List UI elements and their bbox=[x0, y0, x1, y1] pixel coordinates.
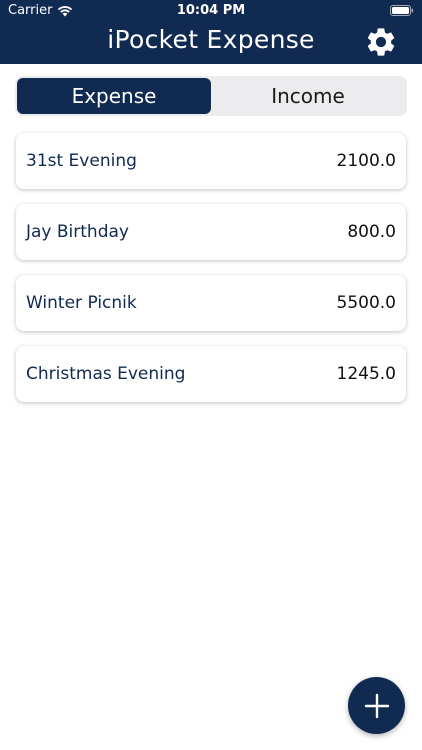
tab-expense[interactable]: Expense bbox=[17, 78, 211, 114]
list-item[interactable]: Jay Birthday 800.0 bbox=[16, 204, 406, 260]
list-item[interactable]: Winter Picnik 5500.0 bbox=[16, 275, 406, 331]
title-row: iPocket Expense bbox=[0, 22, 422, 64]
expense-income-toggle: Expense Income bbox=[15, 76, 407, 116]
entry-amount: 2100.0 bbox=[336, 151, 396, 171]
entry-name: Christmas Evening bbox=[26, 364, 186, 384]
entry-name: Winter Picnik bbox=[26, 293, 137, 313]
entry-amount: 800.0 bbox=[347, 222, 396, 242]
list-item[interactable]: Christmas Evening 1245.0 bbox=[16, 346, 406, 402]
status-bar: Carrier 10:04 PM bbox=[0, 0, 422, 22]
gear-icon bbox=[367, 28, 395, 56]
entry-amount: 5500.0 bbox=[336, 293, 396, 313]
expense-list: 31st Evening 2100.0 Jay Birthday 800.0 W… bbox=[16, 133, 406, 417]
battery-icon bbox=[390, 5, 414, 16]
app-header: Carrier 10:04 PM iPocket Expense bbox=[0, 0, 422, 64]
settings-button[interactable] bbox=[364, 25, 398, 59]
list-item[interactable]: 31st Evening 2100.0 bbox=[16, 133, 406, 189]
page-title: iPocket Expense bbox=[107, 25, 315, 54]
status-time: 10:04 PM bbox=[176, 3, 246, 18]
entry-amount: 1245.0 bbox=[336, 364, 396, 384]
tab-income[interactable]: Income bbox=[211, 78, 405, 114]
plus-icon bbox=[364, 693, 389, 718]
add-entry-button[interactable] bbox=[348, 677, 405, 734]
entry-name: 31st Evening bbox=[26, 151, 137, 171]
entry-name: Jay Birthday bbox=[26, 222, 129, 242]
